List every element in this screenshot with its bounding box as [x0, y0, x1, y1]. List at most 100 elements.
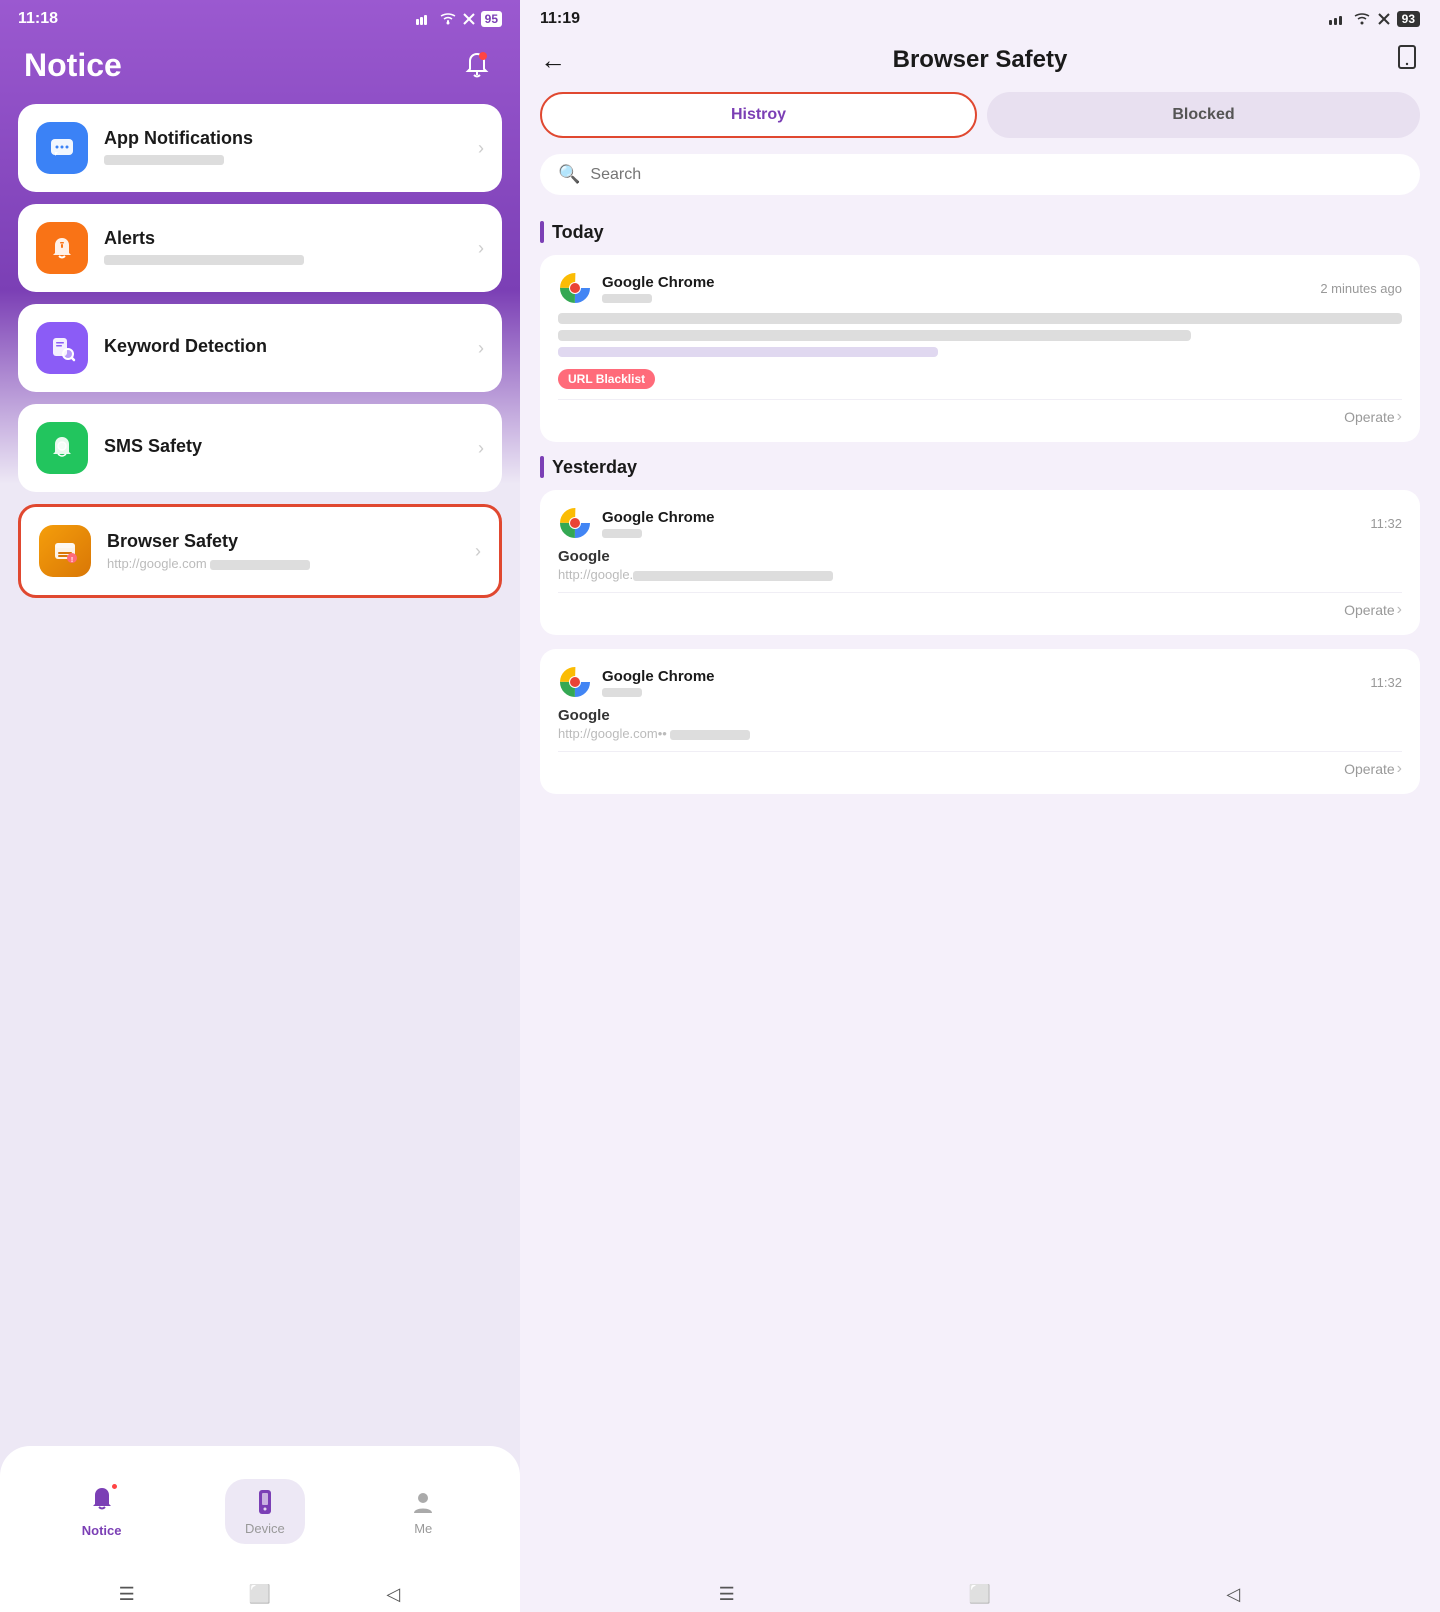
card-app-details-y0: Google Chrome: [602, 509, 715, 538]
tab-blocked[interactable]: Blocked: [987, 92, 1420, 138]
card-app-info-y1: Google Chrome: [558, 665, 715, 699]
section-title-yesterday: Yesterday: [552, 457, 637, 478]
app-notifications-icon: [36, 122, 88, 174]
operate-row: Operate ›: [558, 399, 1402, 426]
operate-button-y0[interactable]: Operate: [1344, 602, 1395, 618]
alerts-text: Alerts: [104, 228, 462, 268]
chrome-icon-y1: [558, 665, 592, 699]
google-title-y0: Google: [558, 548, 1402, 565]
operate-row-y0: Operate ›: [558, 592, 1402, 619]
card-app-info: Google Chrome: [558, 271, 715, 305]
operate-chevron-icon-y0: ›: [1397, 601, 1402, 619]
blurred-url: [558, 347, 938, 357]
status-icons-left: 95: [416, 11, 502, 27]
tablet-icon[interactable]: [1394, 44, 1420, 76]
bell-icon[interactable]: [458, 46, 496, 84]
system-bar-right: ☰ ⬜ ◁: [520, 1576, 1440, 1612]
back-btn-right[interactable]: ◁: [1219, 1580, 1247, 1608]
notice-nav-icon: [87, 1484, 117, 1519]
app-notifications-text: App Notifications: [104, 128, 462, 168]
signal-icon-right: [1329, 13, 1347, 25]
search-input[interactable]: [590, 166, 1402, 184]
user-nav-icon: [408, 1487, 438, 1517]
back-btn-left[interactable]: ◁: [379, 1580, 407, 1608]
battery-left: 95: [481, 11, 502, 27]
search-bar: 🔍: [540, 154, 1420, 195]
operate-button[interactable]: Operate: [1344, 409, 1395, 425]
card-app-details: Google Chrome: [602, 274, 715, 303]
left-header: Notice: [0, 34, 520, 104]
system-bar-left: ☰ ⬜ ◁: [0, 1576, 520, 1612]
app-subtitle-blur: [602, 294, 652, 303]
tab-history[interactable]: Histroy: [540, 92, 977, 138]
section-today: Today: [540, 221, 1420, 243]
status-bar-right: 11:19 93: [520, 0, 1440, 34]
back-button[interactable]: ←: [540, 45, 566, 76]
chat-icon: [48, 134, 76, 162]
menu-item-app-notifications[interactable]: App Notifications ›: [18, 104, 502, 192]
section-yesterday: Yesterday: [540, 456, 1420, 478]
menu-item-sms-safety[interactable]: SMS Safety ›: [18, 404, 502, 492]
card-time: 2 minutes ago: [1320, 281, 1402, 296]
notice-badge: [110, 1482, 119, 1491]
operate-button-y1[interactable]: Operate: [1344, 761, 1395, 777]
home-btn-right[interactable]: ⬜: [966, 1580, 994, 1608]
app-name-y1: Google Chrome: [602, 668, 715, 685]
wifi-icon: [439, 12, 457, 26]
x-icon-right: [1377, 12, 1391, 26]
url-blacklist-badge: URL Blacklist: [558, 363, 1402, 389]
bottom-nav-left: Notice Device Me: [0, 1446, 520, 1576]
left-panel: 11:18 95 Notice: [0, 0, 520, 1612]
time-right: 11:19: [540, 10, 580, 28]
browser-safety-icon: !: [39, 525, 91, 577]
right-header: ← Browser Safety: [520, 34, 1440, 92]
card-app-info-y0: Google Chrome: [558, 506, 715, 540]
card-time-y0: 11:32: [1370, 516, 1402, 531]
status-icons-right: 93: [1329, 11, 1420, 27]
blurred-content-line-2: [558, 330, 1191, 341]
menu-item-alerts[interactable]: Alerts ›: [18, 204, 502, 292]
tab-row: Histroy Blocked: [520, 92, 1440, 154]
history-card-today-0: Google Chrome 2 minutes ago URL Blacklis…: [540, 255, 1420, 442]
menu-item-browser-safety[interactable]: ! Browser Safety http://google.com ›: [18, 504, 502, 598]
alerts-icon: [36, 222, 88, 274]
page-title-left: Notice: [24, 47, 122, 84]
nav-label-notice: Notice: [82, 1523, 122, 1538]
phone-nav-icon: [250, 1487, 280, 1517]
content-scroll: Today Google Chrome: [520, 211, 1440, 1576]
sms-safety-text: SMS Safety: [104, 436, 462, 461]
sms-safety-icon: [36, 422, 88, 474]
svg-text:!: !: [71, 557, 73, 564]
notification-bell-icon: [463, 51, 491, 79]
blurred-content-line: [558, 313, 1402, 324]
app-name: Google Chrome: [602, 274, 715, 291]
google-title-y1: Google: [558, 707, 1402, 724]
card-top-y0: Google Chrome 11:32: [558, 506, 1402, 540]
chevron-right-icon: ›: [478, 438, 484, 459]
history-card-yesterday-0: Google Chrome 11:32 Google http://google…: [540, 490, 1420, 635]
operate-row-y1: Operate ›: [558, 751, 1402, 778]
wifi-icon-right: [1353, 12, 1371, 26]
hamburger-btn-right[interactable]: ☰: [713, 1580, 741, 1608]
app-notifications-subtitle: [104, 153, 462, 168]
nav-item-device[interactable]: Device: [225, 1479, 305, 1544]
section-title-today: Today: [552, 222, 604, 243]
search-icon: 🔍: [558, 164, 580, 185]
keyword-detection-icon: [36, 322, 88, 374]
menu-item-keyword-detection[interactable]: Keyword Detection ›: [18, 304, 502, 392]
sms-safety-title: SMS Safety: [104, 436, 462, 457]
nav-label-me: Me: [414, 1521, 432, 1536]
chrome-icon-y0: [558, 506, 592, 540]
hamburger-btn[interactable]: ☰: [113, 1580, 141, 1608]
keyword-detection-title: Keyword Detection: [104, 336, 462, 357]
home-btn[interactable]: ⬜: [246, 1580, 274, 1608]
alerts-subtitle: [104, 253, 462, 268]
nav-item-notice[interactable]: Notice: [62, 1476, 142, 1546]
browser-safety-subtitle: http://google.com: [107, 556, 459, 571]
app-notifications-title: App Notifications: [104, 128, 462, 149]
alert-bell-icon: [48, 234, 76, 262]
operate-chevron-icon: ›: [1397, 408, 1402, 426]
nav-item-me[interactable]: Me: [388, 1479, 458, 1544]
operate-chevron-icon-y1: ›: [1397, 760, 1402, 778]
nav-label-device: Device: [245, 1521, 285, 1536]
